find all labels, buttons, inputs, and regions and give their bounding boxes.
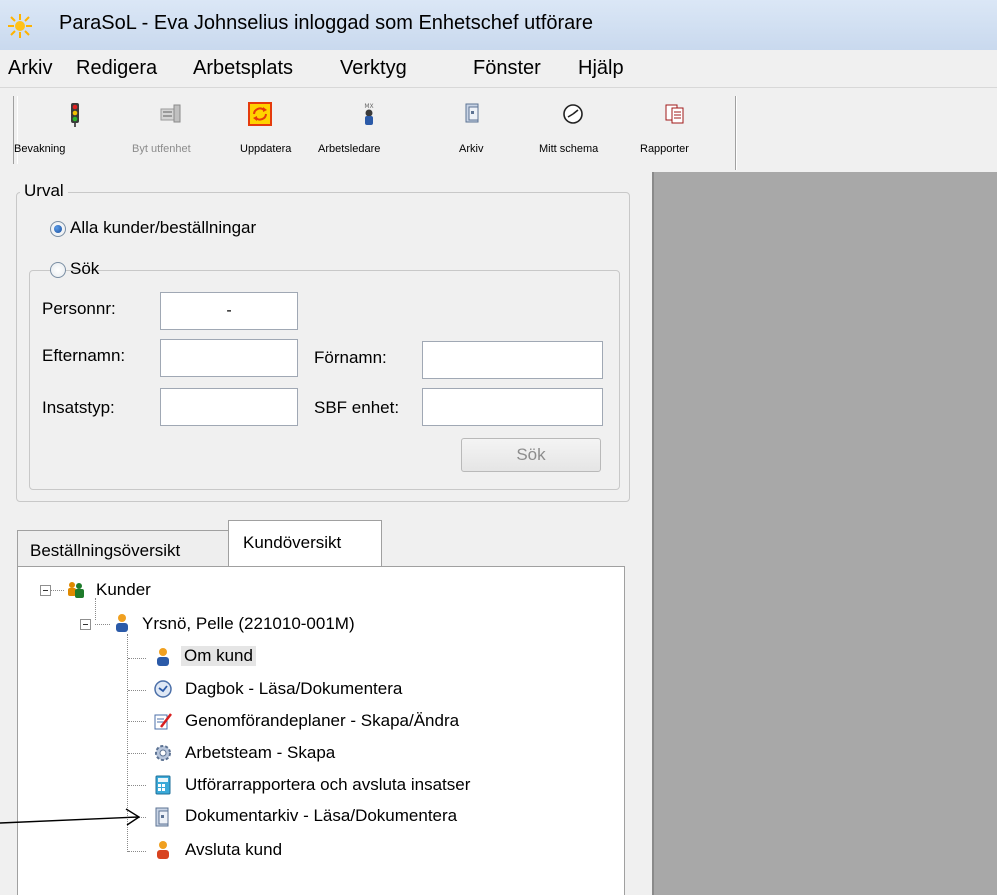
tree-line xyxy=(128,851,146,852)
parasol-sun-icon xyxy=(8,14,32,38)
tree-line xyxy=(128,753,146,754)
menu-hjalp[interactable]: Hjälp xyxy=(578,57,624,80)
customer-collapse-toggle[interactable] xyxy=(80,619,91,630)
bevakning-button[interactable]: Bevakning xyxy=(14,88,102,172)
tree-genomforandeplaner[interactable]: Genomförandeplaner - Skapa/Ändra xyxy=(185,711,459,731)
tree-line xyxy=(128,658,146,659)
tree-line xyxy=(128,721,146,722)
kunder-collapse-toggle[interactable] xyxy=(40,585,51,596)
tree-dagbok[interactable]: Dagbok - Läsa/Dokumentera xyxy=(185,679,402,699)
tree-line xyxy=(95,624,110,625)
uppdatera-button[interactable]: Uppdatera xyxy=(238,88,318,172)
personnr-label: Personnr: xyxy=(42,299,116,318)
traffic-light-icon xyxy=(71,103,79,127)
sok-option-label[interactable]: Sök xyxy=(70,259,99,279)
calculator-icon xyxy=(155,775,171,795)
archive-icon xyxy=(465,103,479,123)
mitt-schema-label: Mitt schema xyxy=(539,143,599,155)
sbf-enhet-input[interactable] xyxy=(422,388,603,426)
window-title: ParaSoL - Eva Johnselius inloggad som En… xyxy=(59,12,594,34)
tree-line xyxy=(95,598,96,620)
sok-radio[interactable] xyxy=(50,262,66,278)
tree-line xyxy=(128,785,146,786)
tab-bestallningsoversikt[interactable]: Beställningsöversikt xyxy=(17,530,229,566)
arbetsledare-button[interactable]: MX Arbetsledare xyxy=(318,88,408,172)
fornamn-label: Förnamn: xyxy=(314,348,387,367)
switch-unit-icon xyxy=(160,104,181,123)
menu-redigera[interactable]: Redigera xyxy=(76,57,157,80)
tree-line xyxy=(128,690,146,691)
byt-utfenhet-label: Byt utfenhet xyxy=(132,143,191,155)
end-customer-icon xyxy=(157,841,169,859)
fornamn-input[interactable] xyxy=(422,341,603,379)
alla-kunder-label[interactable]: Alla kunder/beställningar xyxy=(70,218,256,238)
insatstyp-input[interactable] xyxy=(160,388,298,426)
tree-om-kund[interactable]: Om kund xyxy=(181,646,256,666)
urval-label: Urval xyxy=(20,181,68,201)
svg-text:MX: MX xyxy=(364,103,373,110)
tab-kundoversikt-label: Kundöversikt xyxy=(243,533,342,552)
rapporter-button[interactable]: Rapporter xyxy=(632,88,732,172)
menu-arbetsplats[interactable]: Arbetsplats xyxy=(193,57,293,80)
clock-icon xyxy=(563,104,583,124)
radio-selected-dot xyxy=(54,225,62,233)
arkiv-button[interactable]: Arkiv xyxy=(408,88,532,172)
personnr-input[interactable] xyxy=(160,292,298,330)
alla-kunder-radio[interactable] xyxy=(50,221,66,237)
byt-utfenhet-button[interactable]: Byt utfenhet xyxy=(102,88,238,172)
insatstyp-label: Insatstyp: xyxy=(42,398,115,417)
window-title-bar: ParaSoL - Eva Johnselius inloggad som En… xyxy=(0,0,997,50)
plan-edit-icon xyxy=(154,713,172,730)
tab-kundoversikt[interactable]: Kundöversikt xyxy=(228,520,382,568)
arbetsledare-label: Arbetsledare xyxy=(318,143,381,155)
tree-arbetsteam[interactable]: Arbetsteam - Skapa xyxy=(185,743,335,763)
workspace-area xyxy=(652,172,997,895)
search-button[interactable]: Sök xyxy=(461,438,601,472)
toolbar-separator xyxy=(735,96,736,170)
menu-fonster[interactable]: Fönster xyxy=(473,57,541,80)
tree-avsluta-kund[interactable]: Avsluta kund xyxy=(185,840,282,860)
menu-bar: Arkiv Redigera Arbetsplats Verktyg Fönst… xyxy=(0,50,997,88)
diary-clock-icon xyxy=(154,680,172,698)
user-icon xyxy=(157,648,169,666)
supervisor-icon: MX xyxy=(364,103,374,125)
efternamn-input[interactable] xyxy=(160,339,298,377)
efternamn-label: Efternamn: xyxy=(42,346,126,365)
team-gear-icon xyxy=(155,745,171,761)
refresh-icon xyxy=(248,102,272,126)
customer-icon xyxy=(116,614,128,632)
menu-arkiv[interactable]: Arkiv xyxy=(8,57,52,80)
mitt-schema-button[interactable]: Mitt schema xyxy=(532,88,632,172)
tree-customer[interactable]: Yrsnö, Pelle (221010-001M) xyxy=(142,614,355,634)
rapporter-label: Rapporter xyxy=(640,143,689,155)
tab-bestallningsoversikt-label: Beställningsöversikt xyxy=(30,541,181,560)
sbf-enhet-label: SBF enhet: xyxy=(314,398,400,417)
arkiv-label: Arkiv xyxy=(459,143,484,155)
tree-dokumentarkiv[interactable]: Dokumentarkiv - Läsa/Dokumentera xyxy=(185,806,457,826)
annotation-arrow xyxy=(0,808,141,826)
bevakning-label: Bevakning xyxy=(14,143,66,155)
tree-line xyxy=(50,590,64,591)
document-archive-icon xyxy=(155,807,169,827)
uppdatera-label: Uppdatera xyxy=(240,143,292,155)
tree-kunder[interactable]: Kunder xyxy=(96,580,151,600)
menu-verktyg[interactable]: Verktyg xyxy=(340,57,407,80)
reports-icon xyxy=(665,104,684,124)
customers-group-icon xyxy=(68,582,84,598)
tree-utforarrapportera[interactable]: Utförarrapportera och avsluta insatser xyxy=(185,775,470,795)
toolbar: Bevakning Byt utfenhet Uppdatera MX Arbe… xyxy=(0,88,997,172)
